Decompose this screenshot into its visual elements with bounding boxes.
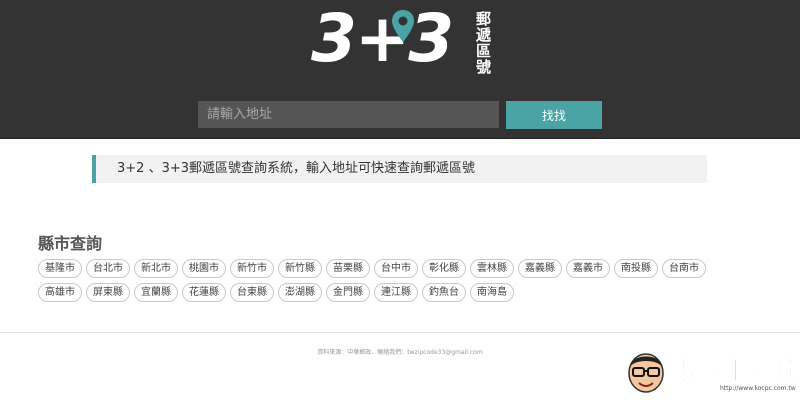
city-tag[interactable]: 台南市 — [662, 259, 706, 278]
city-tag[interactable]: 嘉義縣 — [518, 259, 562, 278]
city-tag[interactable]: 連江縣 — [374, 283, 418, 302]
city-tag[interactable]: 宜蘭縣 — [134, 283, 178, 302]
city-tag[interactable]: 高雄市 — [38, 283, 82, 302]
city-tag[interactable]: 苗栗縣 — [326, 259, 370, 278]
map-pin-icon — [392, 10, 414, 42]
footer-divider — [0, 332, 800, 333]
city-tag[interactable]: 台中市 — [374, 259, 418, 278]
city-tag-row: 高雄市 屏東縣 宜蘭縣 花蓮縣 台東縣 澎湖縣 金門縣 連江縣 釣魚台 南海島 — [38, 283, 758, 302]
header: 3+3 郵遞區號 找找 — [0, 0, 800, 139]
search-button[interactable]: 找找 — [506, 101, 602, 129]
city-tag[interactable]: 南海島 — [470, 283, 514, 302]
city-tag[interactable]: 金門縣 — [326, 283, 370, 302]
city-tag[interactable]: 基隆市 — [38, 259, 82, 278]
city-section-title: 縣市查詢 — [38, 234, 103, 253]
watermark-brand: 電腦王阿達 — [670, 356, 800, 388]
logo-number: 3+3 — [311, 0, 454, 77]
city-tag[interactable]: 新竹市 — [230, 259, 274, 278]
city-tag[interactable]: 嘉義市 — [566, 259, 610, 278]
city-tag[interactable]: 桃園市 — [182, 259, 226, 278]
info-notice: 3+2 、3+3郵遞區號查詢系統，輸入地址可快速查詢郵遞區號 — [92, 155, 707, 183]
city-tag[interactable]: 台北市 — [86, 259, 130, 278]
city-tag[interactable]: 屏東縣 — [86, 283, 130, 302]
city-tag[interactable]: 新竹縣 — [278, 259, 322, 278]
city-tag[interactable]: 澎湖縣 — [278, 283, 322, 302]
city-tag[interactable]: 台東縣 — [230, 283, 274, 302]
city-tag[interactable]: 新北市 — [134, 259, 178, 278]
city-tag[interactable]: 花蓮縣 — [182, 283, 226, 302]
city-tag-list: 基隆市 台北市 新北市 桃園市 新竹市 新竹縣 苗栗縣 台中市 彰化縣 雲林縣 … — [38, 259, 758, 307]
city-tag[interactable]: 南投縣 — [614, 259, 658, 278]
site-logo[interactable]: 3+3 郵遞區號 — [311, 0, 496, 79]
address-search-input[interactable] — [198, 101, 499, 128]
city-tag[interactable]: 釣魚台 — [422, 283, 466, 302]
watermark: 電腦王阿達 http://www.kocpc.com.tw — [618, 345, 800, 400]
city-tag[interactable]: 彰化縣 — [422, 259, 466, 278]
city-tag[interactable]: 雲林縣 — [470, 259, 514, 278]
city-tag-row: 基隆市 台北市 新北市 桃園市 新竹市 新竹縣 苗栗縣 台中市 彰化縣 雲林縣 … — [38, 259, 758, 278]
watermark-url: http://www.kocpc.com.tw — [720, 385, 796, 392]
mascot-face-icon — [628, 353, 664, 393]
logo-subtitle: 郵遞區號 — [474, 11, 492, 75]
